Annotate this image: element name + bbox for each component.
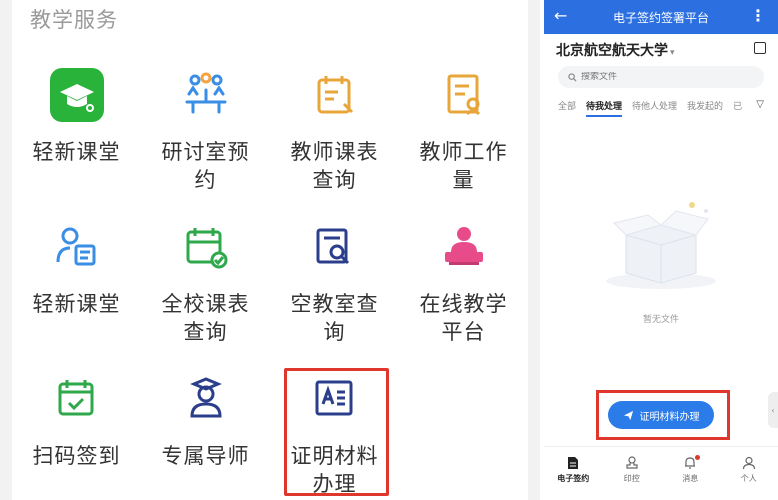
- tile-label: 扫码签到: [32, 444, 121, 468]
- document-icon: [544, 455, 603, 471]
- stamp-icon: [603, 455, 662, 471]
- services-grid: 轻新课堂 研讨室预约 教师课表查询 教师工作量 轻新课堂 全校课表查询 空教室查…: [12, 60, 528, 500]
- service-tile[interactable]: 轻新课堂: [12, 212, 141, 364]
- service-tile[interactable]: 全校课表查询: [141, 212, 270, 364]
- graduation-cap-app-icon: [49, 68, 104, 122]
- teaching-services-panel: 教学服务 轻新课堂 研讨室预约 教师课表查询 教师工作量 轻新课堂 全校课表查询…: [0, 0, 540, 500]
- tile-label: 专属导师: [161, 444, 250, 468]
- search-bar[interactable]: [558, 66, 764, 88]
- search-icon: [568, 72, 577, 82]
- document-person-icon: [437, 68, 491, 122]
- empty-state-text: 暂无文件: [642, 315, 679, 325]
- tile-label: 研讨室预约: [161, 140, 250, 192]
- calendar-check-icon: [179, 220, 233, 274]
- service-tile[interactable]: 教师课表查询: [270, 60, 399, 212]
- chevron-down-icon: ▾: [670, 48, 675, 58]
- org-selector[interactable]: 北京航空航天大学 ▾: [556, 40, 675, 60]
- top-bar: ← 电子签约签署平台 ⋮: [544, 0, 778, 34]
- tab-done[interactable]: 已: [733, 99, 742, 117]
- section-title: 教学服务: [30, 8, 118, 32]
- service-tile[interactable]: 轻新课堂: [12, 60, 141, 212]
- button-highlight-box: [596, 390, 730, 440]
- empty-box-illustration: [606, 202, 716, 289]
- nav-label: 电子签约: [557, 474, 590, 483]
- online-teacher-icon: [437, 220, 491, 274]
- filter-tabs: 全部 待我处理 待他人处理 我发起的 已: [558, 99, 764, 117]
- meeting-people-icon: [179, 68, 233, 122]
- checkbox-icon[interactable]: [754, 42, 766, 54]
- bell-icon: [661, 455, 720, 471]
- service-tile[interactable]: 空教室查询: [270, 212, 399, 364]
- calendar-icon: [308, 68, 362, 122]
- side-collapse-tab[interactable]: ‹: [768, 392, 778, 428]
- nav-label: 个人: [740, 474, 757, 483]
- mentor-icon: [179, 372, 233, 426]
- service-tile[interactable]: 在线教学平台: [399, 212, 528, 364]
- filter-icon[interactable]: ▽: [756, 99, 764, 110]
- nav-stamp[interactable]: 印控: [603, 447, 662, 500]
- tab-all[interactable]: 全部: [558, 99, 576, 117]
- service-tile[interactable]: 研讨室预约: [141, 60, 270, 212]
- person-icon: [720, 455, 778, 471]
- nav-profile[interactable]: 个人: [720, 447, 778, 500]
- room-search-icon: [308, 220, 362, 274]
- tab-pending-others[interactable]: 待他人处理: [632, 99, 677, 117]
- person-card-icon: [50, 220, 104, 274]
- highlight-box: [284, 368, 389, 496]
- search-input[interactable]: [581, 72, 751, 82]
- calendar-checkmark-icon: [50, 372, 104, 426]
- tab-pending-me[interactable]: 待我处理: [586, 99, 623, 117]
- bottom-nav: 电子签约 印控 消息 个人: [544, 446, 778, 500]
- service-tile[interactable]: 扫码签到: [12, 364, 141, 500]
- tile-label: 教师课表查询: [290, 140, 379, 192]
- app-title: 电子签约签署平台: [612, 11, 709, 25]
- more-icon[interactable]: ⋮: [750, 6, 766, 25]
- nav-label: 印控: [623, 474, 640, 483]
- tile-label: 教师工作量: [419, 140, 508, 192]
- tile-label: 轻新课堂: [32, 140, 121, 164]
- nav-messages[interactable]: 消息: [661, 447, 720, 500]
- nav-e-sign[interactable]: 电子签约: [544, 447, 603, 500]
- tile-label: 在线教学平台: [419, 292, 508, 344]
- org-name: 北京航空航天大学: [556, 43, 668, 59]
- service-tile[interactable]: 专属导师: [141, 364, 270, 500]
- notification-dot: [694, 455, 700, 460]
- tab-initiated[interactable]: 我发起的: [687, 99, 723, 117]
- tile-label: 全校课表查询: [161, 292, 250, 344]
- service-tile[interactable]: 教师工作量: [399, 60, 528, 212]
- tile-label: 轻新课堂: [32, 292, 121, 316]
- nav-label: 消息: [682, 474, 699, 483]
- tile-label: 空教室查询: [290, 292, 379, 344]
